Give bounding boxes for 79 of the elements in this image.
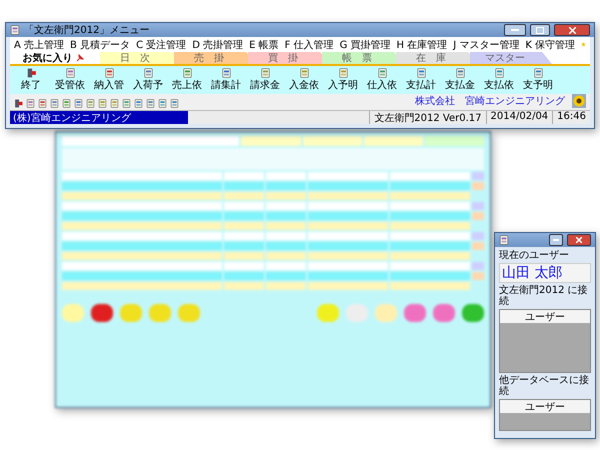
menu-item[interactable]: E 帳票	[249, 38, 279, 52]
sunflower-icon	[572, 94, 586, 108]
toolbar-button[interactable]: 入金依	[287, 68, 321, 92]
document-icon	[110, 99, 119, 108]
document-icon	[180, 68, 194, 78]
window-title: 「文左衛門2012」メニュー	[24, 24, 150, 37]
menu-item[interactable]: H 在庫管理	[396, 38, 448, 52]
document-icon	[142, 68, 154, 78]
toolbar-button[interactable]: 売上依	[170, 68, 204, 92]
maximize-button[interactable]	[530, 24, 550, 36]
current-user-name: 山田 太郎	[499, 263, 591, 283]
menu-item[interactable]: B 見積データ	[70, 38, 130, 52]
status-date: 2014/02/04	[486, 111, 552, 124]
close-icon	[568, 26, 576, 34]
user-list[interactable]: ユーザー	[499, 309, 591, 373]
tab[interactable]: マスター	[470, 52, 552, 64]
document-icon	[258, 68, 272, 78]
toolbar-button[interactable]: 支予明	[521, 68, 555, 92]
column-header: ユーザー	[500, 400, 590, 414]
document-icon	[10, 25, 20, 35]
document-icon	[122, 99, 131, 108]
toolbar-button[interactable]: 入荷予	[131, 68, 165, 92]
menu-item[interactable]: A 売上管理	[14, 38, 64, 52]
document-icon	[336, 68, 350, 78]
menu-item[interactable]: K 保守管理	[525, 38, 576, 52]
document-icon	[134, 99, 143, 108]
document-icon	[74, 99, 83, 108]
menu-item[interactable]: D 売掛管理	[192, 38, 244, 52]
pin-icon	[76, 54, 84, 62]
user-list[interactable]: ユーザー	[499, 399, 591, 431]
menu-item[interactable]: F 仕入管理	[284, 38, 334, 52]
document-icon	[414, 68, 428, 78]
document-icon	[26, 99, 35, 108]
document-icon	[298, 68, 310, 78]
column-header: ユーザー	[500, 310, 590, 324]
toolbar-button[interactable]: 受管依	[53, 68, 87, 92]
minimize-icon	[553, 239, 559, 241]
document-icon	[50, 99, 59, 108]
toolbar-button[interactable]: 入予明	[326, 68, 360, 92]
door-icon	[14, 99, 23, 108]
menu-item[interactable]: J マスター管理	[453, 38, 520, 52]
document-icon	[98, 99, 107, 108]
toolbar-button[interactable]: 支払依	[482, 68, 516, 92]
document-icon	[146, 99, 155, 108]
connected-label: 文左衛門2012 に接続	[499, 285, 589, 307]
status-company: (株)宮崎エンジニアリング	[10, 111, 188, 124]
document-icon	[158, 99, 167, 108]
minimize-button[interactable]	[549, 234, 563, 246]
document-icon	[376, 68, 388, 78]
document-icon	[64, 68, 76, 78]
toolbar-button[interactable]: 請集計	[209, 68, 243, 92]
document-icon	[220, 68, 232, 78]
menu-item[interactable]: G 買掛管理	[340, 38, 391, 52]
close-icon	[576, 237, 582, 243]
document-icon	[454, 68, 466, 78]
minimize-icon	[511, 28, 519, 32]
other-db-label: 他データベースに接続	[499, 375, 590, 397]
toolbar-button[interactable]: 納入管	[92, 68, 126, 92]
minimize-button[interactable]	[504, 24, 526, 36]
menu-item[interactable]: C 受注管理	[136, 38, 186, 52]
toolbar-button[interactable]: 支払金	[443, 68, 477, 92]
document-icon	[38, 99, 47, 108]
document-icon	[102, 68, 116, 78]
document-icon	[492, 68, 506, 78]
document-icon	[499, 235, 509, 245]
document-icon	[62, 99, 71, 108]
document-icon	[532, 68, 544, 78]
current-user-label: 現在のユーザー	[499, 250, 570, 261]
close-button[interactable]	[567, 234, 591, 246]
status-version: 文左衛門2012 Ver0.17	[369, 111, 486, 124]
toolbar-button[interactable]: 終了	[14, 68, 48, 92]
document-icon	[170, 99, 179, 108]
toolbar-button[interactable]: 仕入依	[365, 68, 399, 92]
maximize-icon	[536, 26, 544, 34]
toolbar-button[interactable]: 請求金	[248, 68, 282, 92]
status-time: 16:46	[552, 111, 590, 124]
close-button[interactable]	[554, 24, 590, 36]
toolbar-button[interactable]: 支払計	[404, 68, 438, 92]
document-icon	[86, 99, 95, 108]
